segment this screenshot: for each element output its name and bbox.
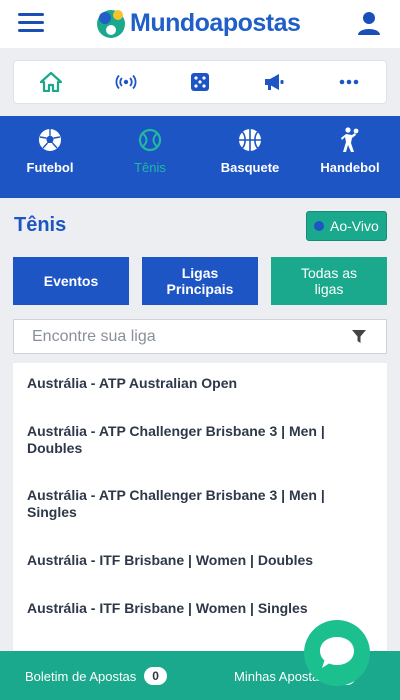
league-item[interactable]: Austrália - ITF Brisbane | Women | Singl… xyxy=(27,600,367,617)
league-item[interactable]: Austrália - ITF Brisbane | Women | Doubl… xyxy=(27,552,367,569)
tab-label: Eventos xyxy=(43,273,99,289)
chat-bubble-icon xyxy=(320,637,354,668)
league-name: Austrália - ATP Australian Open xyxy=(27,375,238,391)
league-name-cont: Singles xyxy=(27,504,77,520)
soccer-ball-icon xyxy=(37,127,63,153)
league-name: Austrália - ATP Challenger Brisbane 3 | … xyxy=(27,423,325,439)
league-name-cont: Doubles xyxy=(27,440,83,456)
live-broadcast-icon[interactable] xyxy=(106,66,146,98)
league-search-box xyxy=(13,319,387,354)
live-label: Ao-Vivo xyxy=(330,218,379,234)
league-name: Austrália - ITF Brisbane | Women | Doubl… xyxy=(27,552,314,568)
tennis-ball-icon xyxy=(137,127,163,153)
live-button[interactable]: Ao-Vivo xyxy=(306,211,387,241)
boletim-count-badge: 0 xyxy=(144,667,167,685)
boletim-label: Boletim de Apostas xyxy=(25,668,137,684)
chat-button[interactable] xyxy=(304,620,370,686)
sport-label: Basquete xyxy=(220,160,280,175)
megaphone-icon[interactable] xyxy=(254,66,294,98)
league-name: Austrália - ITF Brisbane | Women | Singl… xyxy=(27,600,308,616)
brand-logo[interactable]: Mundoapostas xyxy=(94,5,301,41)
logo-text: Mundoapostas xyxy=(130,8,301,37)
live-dot-icon xyxy=(314,221,324,231)
league-item[interactable]: Austrália - ATP Challenger Brisbane 3 | … xyxy=(27,423,367,457)
dice-icon[interactable] xyxy=(180,66,220,98)
league-name: Austrália - ATP Challenger Brisbane 3 | … xyxy=(27,487,325,503)
top-header: Mundoapostas xyxy=(0,0,400,48)
league-search-input[interactable] xyxy=(14,327,334,346)
basketball-icon xyxy=(237,127,263,153)
sport-tab-handebol[interactable]: Handebol xyxy=(300,116,400,198)
hamburger-icon[interactable] xyxy=(18,13,44,33)
quick-nav-bar xyxy=(13,60,387,104)
league-list: Austrália - ATP Australian Open Austráli… xyxy=(13,363,387,653)
tab-label-line2: ligas xyxy=(314,281,344,297)
tab-ligas-principais[interactable]: Ligas Principais xyxy=(142,257,258,305)
sport-tab-tenis[interactable]: Tênis xyxy=(100,116,200,198)
league-item[interactable]: Austrália - ATP Australian Open xyxy=(27,375,367,392)
boletim-de-apostas-button[interactable]: Boletim de Apostas 0 xyxy=(25,667,167,685)
tab-todas-as-ligas[interactable]: Todas as ligas xyxy=(271,257,387,305)
sport-label: Tênis xyxy=(134,160,166,175)
handball-player-icon xyxy=(337,127,363,153)
more-dots-icon[interactable] xyxy=(329,66,369,98)
sport-tab-basquete[interactable]: Basquete xyxy=(200,116,300,198)
sport-label: Futebol xyxy=(26,160,74,175)
logo-mark-icon xyxy=(94,6,128,40)
league-item[interactable]: Austrália - ATP Challenger Brisbane 3 | … xyxy=(27,487,367,521)
sport-tab-futebol[interactable]: Futebol xyxy=(0,116,100,198)
sport-label: Handebol xyxy=(320,160,380,175)
tab-label-line2: Principais xyxy=(166,281,234,297)
tab-eventos[interactable]: Eventos xyxy=(13,257,129,305)
filter-icon[interactable] xyxy=(352,330,366,344)
page-title: Tênis xyxy=(14,214,67,236)
user-icon[interactable] xyxy=(356,10,382,36)
sports-bar: Futebol Tênis Basquete Handebol xyxy=(0,116,400,198)
home-icon[interactable] xyxy=(31,66,71,98)
tab-label-line1: Ligas xyxy=(181,265,219,281)
tab-label-line1: Todas as xyxy=(300,265,358,281)
